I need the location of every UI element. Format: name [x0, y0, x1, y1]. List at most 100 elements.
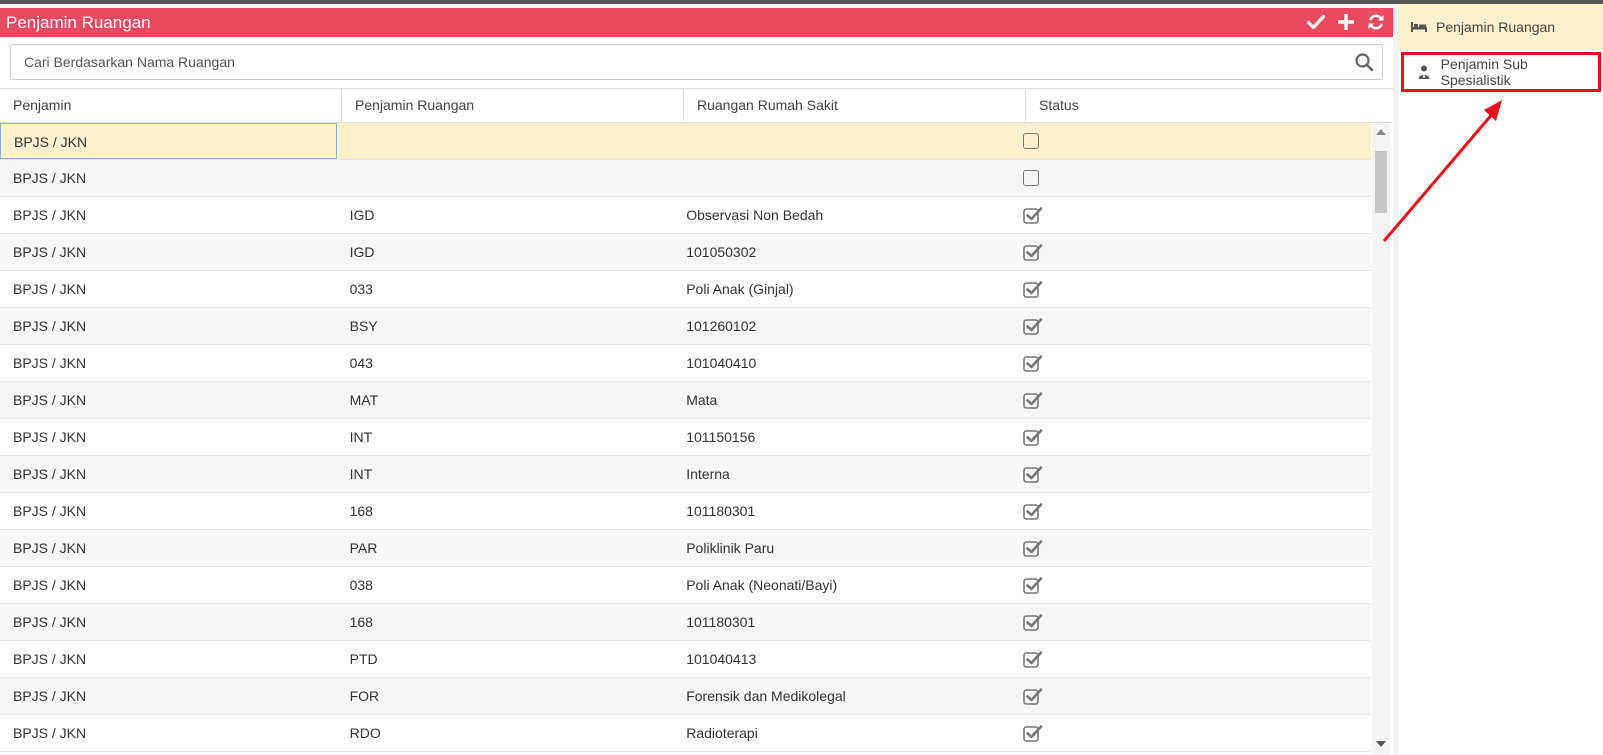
- cell-penjamin[interactable]: BPJS / JKN: [0, 271, 337, 307]
- cell-penjamin-ruangan[interactable]: PAR: [337, 530, 674, 566]
- scroll-thumb[interactable]: [1375, 151, 1387, 213]
- checked-checkbox-icon[interactable]: [1023, 649, 1043, 669]
- checked-checkbox-icon[interactable]: [1023, 464, 1043, 484]
- search-input[interactable]: [11, 45, 1341, 79]
- checked-checkbox-icon[interactable]: [1023, 390, 1043, 410]
- vertical-scrollbar[interactable]: [1372, 123, 1390, 755]
- checked-checkbox-icon[interactable]: [1023, 686, 1043, 706]
- cell-penjamin[interactable]: BPJS / JKN: [0, 234, 337, 270]
- cell-ruangan-rumah-sakit[interactable]: Observasi Non Bedah: [673, 197, 1010, 233]
- table-row[interactable]: BPJS / JKN IGD 101050302: [0, 234, 1371, 271]
- cell-penjamin[interactable]: BPJS / JKN: [0, 604, 337, 640]
- table-row[interactable]: BPJS / JKN: [0, 123, 1371, 160]
- table-row[interactable]: BPJS / JKN PTD 101040413: [0, 641, 1371, 678]
- cell-penjamin-ruangan[interactable]: BSY: [337, 308, 674, 344]
- table-row[interactable]: BPJS / JKN BSY 101260102: [0, 308, 1371, 345]
- table-row[interactable]: BPJS / JKN 038 Poli Anak (Neonati/Bayi): [0, 567, 1371, 604]
- cell-penjamin[interactable]: BPJS / JKN: [0, 123, 337, 159]
- add-button[interactable]: [1335, 11, 1357, 33]
- cell-penjamin[interactable]: BPJS / JKN: [0, 197, 337, 233]
- cell-penjamin-ruangan[interactable]: 043: [337, 345, 674, 381]
- checked-checkbox-icon[interactable]: [1023, 242, 1043, 262]
- cell-penjamin-ruangan[interactable]: INT: [337, 419, 674, 455]
- cell-penjamin-ruangan[interactable]: IGD: [337, 197, 674, 233]
- cell-penjamin[interactable]: BPJS / JKN: [0, 641, 337, 677]
- save-button[interactable]: [1305, 11, 1327, 33]
- cell-ruangan-rumah-sakit[interactable]: 101150156: [673, 419, 1010, 455]
- table-row[interactable]: BPJS / JKN INT 101150156: [0, 419, 1371, 456]
- cell-penjamin[interactable]: BPJS / JKN: [0, 456, 337, 492]
- checked-checkbox-icon[interactable]: [1023, 205, 1043, 225]
- search-icon[interactable]: [1354, 52, 1374, 72]
- cell-ruangan-rumah-sakit[interactable]: Forensik dan Medikolegal: [673, 678, 1010, 714]
- column-header-ruangan-rumah-sakit[interactable]: Ruangan Rumah Sakit: [684, 89, 1026, 122]
- table-row[interactable]: BPJS / JKN: [0, 160, 1371, 197]
- cell-ruangan-rumah-sakit[interactable]: Mata: [673, 382, 1010, 418]
- cell-ruangan-rumah-sakit[interactable]: Interna: [673, 456, 1010, 492]
- cell-penjamin-ruangan[interactable]: 033: [337, 271, 674, 307]
- cell-penjamin-ruangan[interactable]: RDO: [337, 715, 674, 751]
- checked-checkbox-icon[interactable]: [1023, 279, 1043, 299]
- column-header-penjamin[interactable]: Penjamin: [0, 89, 342, 122]
- scroll-down-arrow-icon[interactable]: [1376, 741, 1386, 747]
- cell-penjamin-ruangan[interactable]: [337, 160, 674, 196]
- cell-ruangan-rumah-sakit[interactable]: [673, 160, 1010, 196]
- cell-ruangan-rumah-sakit[interactable]: [673, 123, 1010, 159]
- table-row[interactable]: BPJS / JKN FOR Forensik dan Medikolegal: [0, 678, 1371, 715]
- cell-penjamin[interactable]: BPJS / JKN: [0, 493, 337, 529]
- cell-penjamin[interactable]: BPJS / JKN: [0, 308, 337, 344]
- table-row[interactable]: BPJS / JKN INT Interna: [0, 456, 1371, 493]
- unchecked-checkbox-icon[interactable]: [1022, 170, 1039, 186]
- cell-penjamin-ruangan[interactable]: 168: [337, 493, 674, 529]
- checked-checkbox-icon[interactable]: [1023, 501, 1043, 521]
- cell-penjamin[interactable]: BPJS / JKN: [0, 530, 337, 566]
- column-header-penjamin-ruangan[interactable]: Penjamin Ruangan: [342, 89, 684, 122]
- cell-penjamin-ruangan[interactable]: FOR: [337, 678, 674, 714]
- checked-checkbox-icon[interactable]: [1023, 612, 1043, 632]
- cell-ruangan-rumah-sakit[interactable]: 101040410: [673, 345, 1010, 381]
- cell-ruangan-rumah-sakit[interactable]: Poli Anak (Neonati/Bayi): [673, 567, 1010, 603]
- cell-ruangan-rumah-sakit[interactable]: Poli Anak (Ginjal): [673, 271, 1010, 307]
- table-row[interactable]: BPJS / JKN RDO Radioterapi: [0, 715, 1371, 752]
- table-row[interactable]: BPJS / JKN 168 101180301: [0, 604, 1371, 641]
- cell-ruangan-rumah-sakit[interactable]: 101040413: [673, 641, 1010, 677]
- cell-penjamin[interactable]: BPJS / JKN: [0, 678, 337, 714]
- cell-penjamin-ruangan[interactable]: MAT: [337, 382, 674, 418]
- cell-penjamin[interactable]: BPJS / JKN: [0, 382, 337, 418]
- table-row[interactable]: BPJS / JKN MAT Mata: [0, 382, 1371, 419]
- cell-ruangan-rumah-sakit[interactable]: 101180301: [673, 604, 1010, 640]
- checked-checkbox-icon[interactable]: [1023, 316, 1043, 336]
- checked-checkbox-icon[interactable]: [1023, 353, 1043, 373]
- table-row[interactable]: BPJS / JKN IGD Observasi Non Bedah: [0, 197, 1371, 234]
- cell-ruangan-rumah-sakit[interactable]: Radioterapi: [673, 715, 1010, 751]
- unchecked-checkbox-icon[interactable]: [1022, 133, 1039, 149]
- refresh-button[interactable]: [1365, 11, 1387, 33]
- sidebar-item-penjamin-sub-spesialistik[interactable]: Penjamin Sub Spesialistik: [1401, 52, 1601, 92]
- cell-ruangan-rumah-sakit[interactable]: 101260102: [673, 308, 1010, 344]
- cell-ruangan-rumah-sakit[interactable]: Poliklinik Paru: [673, 530, 1010, 566]
- table-row[interactable]: BPJS / JKN 033 Poli Anak (Ginjal): [0, 271, 1371, 308]
- cell-ruangan-rumah-sakit[interactable]: 101180301: [673, 493, 1010, 529]
- cell-penjamin[interactable]: BPJS / JKN: [0, 715, 337, 751]
- table-row[interactable]: BPJS / JKN 168 101180301: [0, 493, 1371, 530]
- cell-penjamin-ruangan[interactable]: [337, 123, 674, 159]
- checked-checkbox-icon[interactable]: [1023, 538, 1043, 558]
- cell-penjamin[interactable]: BPJS / JKN: [0, 160, 337, 196]
- cell-penjamin-ruangan[interactable]: 038: [337, 567, 674, 603]
- cell-ruangan-rumah-sakit[interactable]: 101050302: [673, 234, 1010, 270]
- cell-penjamin[interactable]: BPJS / JKN: [0, 567, 337, 603]
- table-row[interactable]: BPJS / JKN PAR Poliklinik Paru: [0, 530, 1371, 567]
- scroll-up-arrow-icon[interactable]: [1376, 129, 1386, 135]
- cell-penjamin[interactable]: BPJS / JKN: [0, 345, 337, 381]
- cell-penjamin-ruangan[interactable]: PTD: [337, 641, 674, 677]
- cell-penjamin-ruangan[interactable]: IGD: [337, 234, 674, 270]
- column-header-status[interactable]: Status: [1026, 89, 1393, 122]
- cell-penjamin-ruangan[interactable]: 168: [337, 604, 674, 640]
- table-row[interactable]: BPJS / JKN 043 101040410: [0, 345, 1371, 382]
- checked-checkbox-icon[interactable]: [1023, 427, 1043, 447]
- sidebar-item-penjamin-ruangan[interactable]: Penjamin Ruangan: [1399, 4, 1603, 50]
- checked-checkbox-icon[interactable]: [1023, 723, 1043, 743]
- cell-penjamin[interactable]: BPJS / JKN: [0, 419, 337, 455]
- cell-penjamin-ruangan[interactable]: INT: [337, 456, 674, 492]
- checked-checkbox-icon[interactable]: [1023, 575, 1043, 595]
